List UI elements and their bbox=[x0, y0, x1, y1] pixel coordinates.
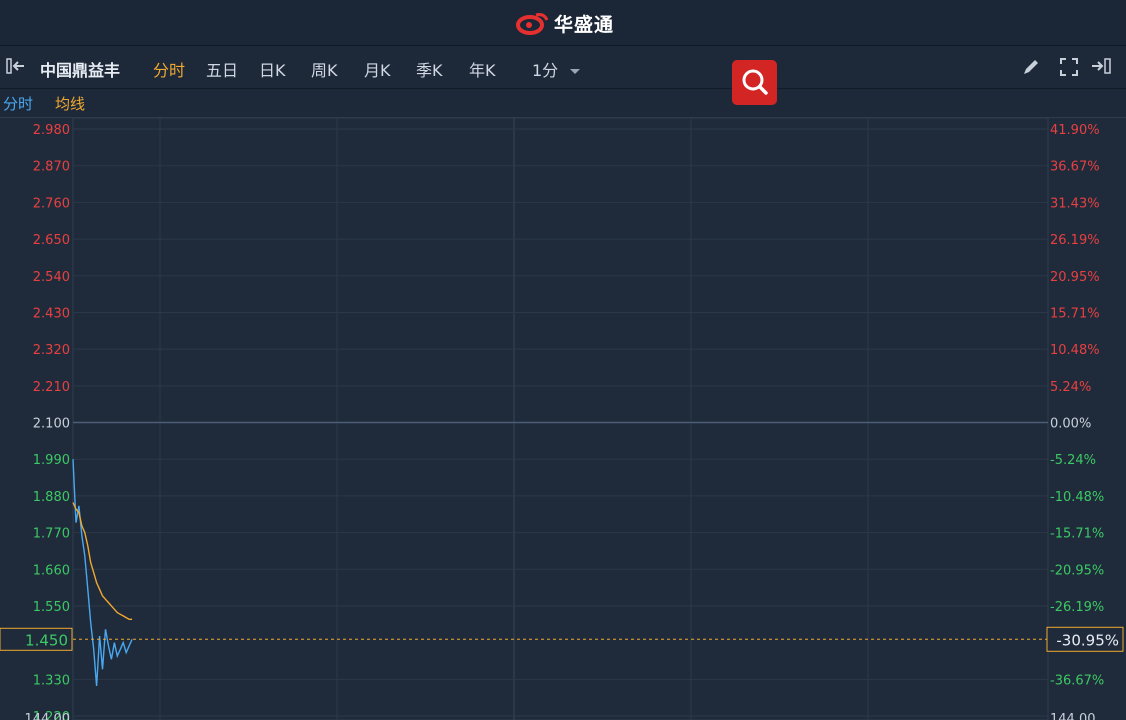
brand-logo: 华盛通 bbox=[516, 10, 614, 36]
price-tick-label: 2.650 bbox=[33, 233, 70, 248]
percent-tick-label: 15.71% bbox=[1050, 306, 1100, 321]
legend-bar: 分时 均线 bbox=[0, 89, 1126, 118]
search-icon bbox=[742, 69, 768, 95]
tab-intraday[interactable]: 分时 bbox=[153, 57, 185, 81]
tab-weekly-k[interactable]: 周K bbox=[311, 57, 338, 81]
current-pct-label: -30.95% bbox=[1056, 631, 1119, 649]
current-price-label: 1.450 bbox=[25, 631, 68, 649]
tab-yearly-k[interactable]: 年K bbox=[469, 57, 496, 81]
interval-select[interactable]: 1分 bbox=[532, 57, 581, 81]
percent-tick-label: 5.24% bbox=[1050, 380, 1091, 395]
plot-area bbox=[72, 118, 1049, 720]
chart-toolbar: 中国鼎益丰 分时 五日 日K 周K 月K 季K 年K 1分 bbox=[0, 46, 1126, 89]
chevron-down-icon bbox=[570, 69, 581, 74]
percent-tick-label: 0.00% bbox=[1050, 417, 1091, 432]
percent-tick-label: -20.95% bbox=[1050, 563, 1104, 578]
price-tick-label: 2.540 bbox=[33, 270, 70, 285]
percent-tick-label: 36.67% bbox=[1050, 160, 1100, 175]
percent-tick-label: -10.48% bbox=[1050, 490, 1104, 505]
price-tick-label: 1.990 bbox=[33, 453, 70, 468]
price-tick-label: 1.330 bbox=[33, 673, 70, 688]
legend-price: 分时 bbox=[3, 95, 34, 113]
interval-label: 1分 bbox=[532, 61, 559, 80]
tab-quarterly-k[interactable]: 季K bbox=[416, 57, 443, 81]
fullscreen-icon[interactable] bbox=[1058, 56, 1080, 82]
bottom-left-label: 144.00 bbox=[25, 712, 71, 720]
app-header: 华盛通 bbox=[0, 0, 1126, 46]
price-tick-label: 1.660 bbox=[33, 563, 70, 578]
price-tick-label: 2.100 bbox=[33, 417, 70, 432]
tab-five-day[interactable]: 五日 bbox=[206, 57, 238, 81]
price-tick-label: 2.760 bbox=[33, 196, 70, 211]
price-tick-label: 1.880 bbox=[33, 490, 70, 505]
price-tick-label: 2.210 bbox=[33, 380, 70, 395]
legend-avg: 均线 bbox=[55, 95, 86, 113]
brand-name: 华盛通 bbox=[554, 13, 615, 36]
price-tick-label: 2.320 bbox=[33, 343, 70, 358]
price-tick-label: 1.550 bbox=[33, 600, 70, 615]
intraday-chart[interactable]: 2.980 2.870 2.760 2.650 2.540 2.430 2.320 2.210… bbox=[0, 118, 1126, 720]
collapse-right-icon[interactable] bbox=[1090, 56, 1114, 80]
tab-monthly-k[interactable]: 月K bbox=[364, 57, 391, 81]
pencil-icon[interactable] bbox=[1020, 56, 1042, 82]
tab-daily-k[interactable]: 日K bbox=[259, 57, 286, 81]
percent-tick-label: -26.19% bbox=[1050, 600, 1104, 615]
percent-tick-label: -36.67% bbox=[1050, 673, 1104, 688]
percent-tick-label: -5.24% bbox=[1050, 453, 1096, 468]
price-tick-label: 2.980 bbox=[33, 123, 70, 138]
percent-tick-label: 31.43% bbox=[1050, 196, 1100, 211]
percent-tick-label: 10.48% bbox=[1050, 343, 1100, 358]
percent-tick-label: 20.95% bbox=[1050, 270, 1100, 285]
percent-tick-label: -15.71% bbox=[1050, 527, 1104, 542]
search-button[interactable] bbox=[732, 60, 777, 105]
brand-icon bbox=[516, 13, 549, 35]
bottom-right-label: 144.00 bbox=[1050, 712, 1096, 720]
collapse-left-icon[interactable] bbox=[5, 56, 27, 80]
percent-tick-label: 26.19% bbox=[1050, 233, 1100, 248]
percent-tick-label: 41.90% bbox=[1050, 123, 1100, 138]
price-tick-label: 1.770 bbox=[33, 527, 70, 542]
price-tick-label: 2.430 bbox=[33, 306, 70, 321]
price-tick-label: 2.870 bbox=[33, 160, 70, 175]
stock-name: 中国鼎益丰 bbox=[40, 61, 121, 80]
chart-grid bbox=[72, 118, 1049, 720]
